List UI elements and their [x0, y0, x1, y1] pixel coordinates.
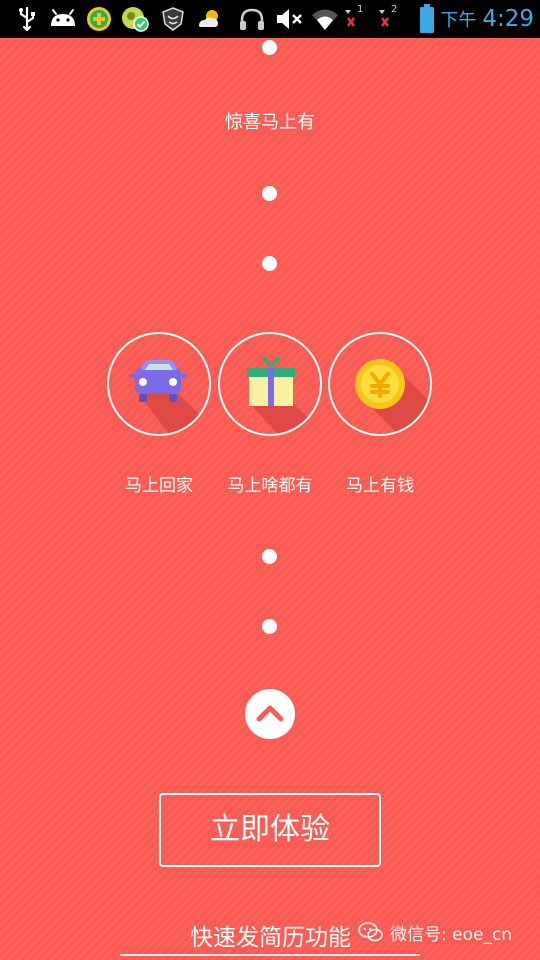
- feature-home-label: 马上回家: [125, 476, 193, 496]
- wechat-icon: [358, 922, 383, 942]
- app-check-icon: [122, 7, 149, 32]
- progress-dot: [262, 549, 277, 564]
- time-ampm: 下午: [440, 10, 477, 31]
- battery-icon: [420, 4, 434, 33]
- status-time: 下午 4:29: [440, 4, 534, 34]
- feature-home-circle[interactable]: [107, 332, 211, 436]
- progress-dot: [262, 186, 277, 201]
- feature-money-label: 马上有钱: [346, 476, 414, 496]
- feature-everything-circle[interactable]: [218, 332, 322, 436]
- progress-dot: [262, 256, 277, 271]
- screen: 1 2 下午 4:29 惊喜马上有 马上回家 马上啥都有 马上有钱 立即体验 快…: [0, 0, 540, 960]
- headphones-icon: [240, 8, 264, 30]
- top-label: 惊喜马上有: [225, 112, 315, 133]
- progress-dot: [262, 40, 277, 55]
- status-bar: 1 2 下午 4:29: [0, 0, 540, 38]
- app-cross-icon: [87, 7, 111, 31]
- mute-icon: [277, 9, 302, 29]
- bottom-caption: 快速发简历功能: [190, 925, 351, 951]
- feature-money-circle[interactable]: [328, 332, 432, 436]
- try-now-button[interactable]: 立即体验: [159, 793, 381, 867]
- time-clock: 4:29: [482, 6, 534, 32]
- android-icon: [51, 9, 75, 26]
- sim2-label: 2: [391, 4, 398, 15]
- gift-icon: [247, 356, 320, 434]
- usb-icon: [19, 6, 35, 32]
- bottom-divider: [120, 954, 420, 956]
- wifi-icon: [312, 9, 338, 30]
- wechat-watermark: 微信号: eoe_cn: [358, 917, 512, 947]
- watermark-text: 微信号: eoe_cn: [390, 924, 513, 945]
- car-icon: [129, 360, 209, 434]
- progress-dot: [262, 619, 277, 634]
- scroll-up-button[interactable]: [245, 689, 295, 739]
- chevron-up-icon: [256, 705, 284, 722]
- feature-everything-label: 马上啥都有: [227, 476, 313, 496]
- shield-icon: [162, 7, 184, 31]
- sim1-label: 1: [357, 4, 364, 15]
- weather-icon: [199, 10, 218, 27]
- coin-icon: [355, 359, 430, 434]
